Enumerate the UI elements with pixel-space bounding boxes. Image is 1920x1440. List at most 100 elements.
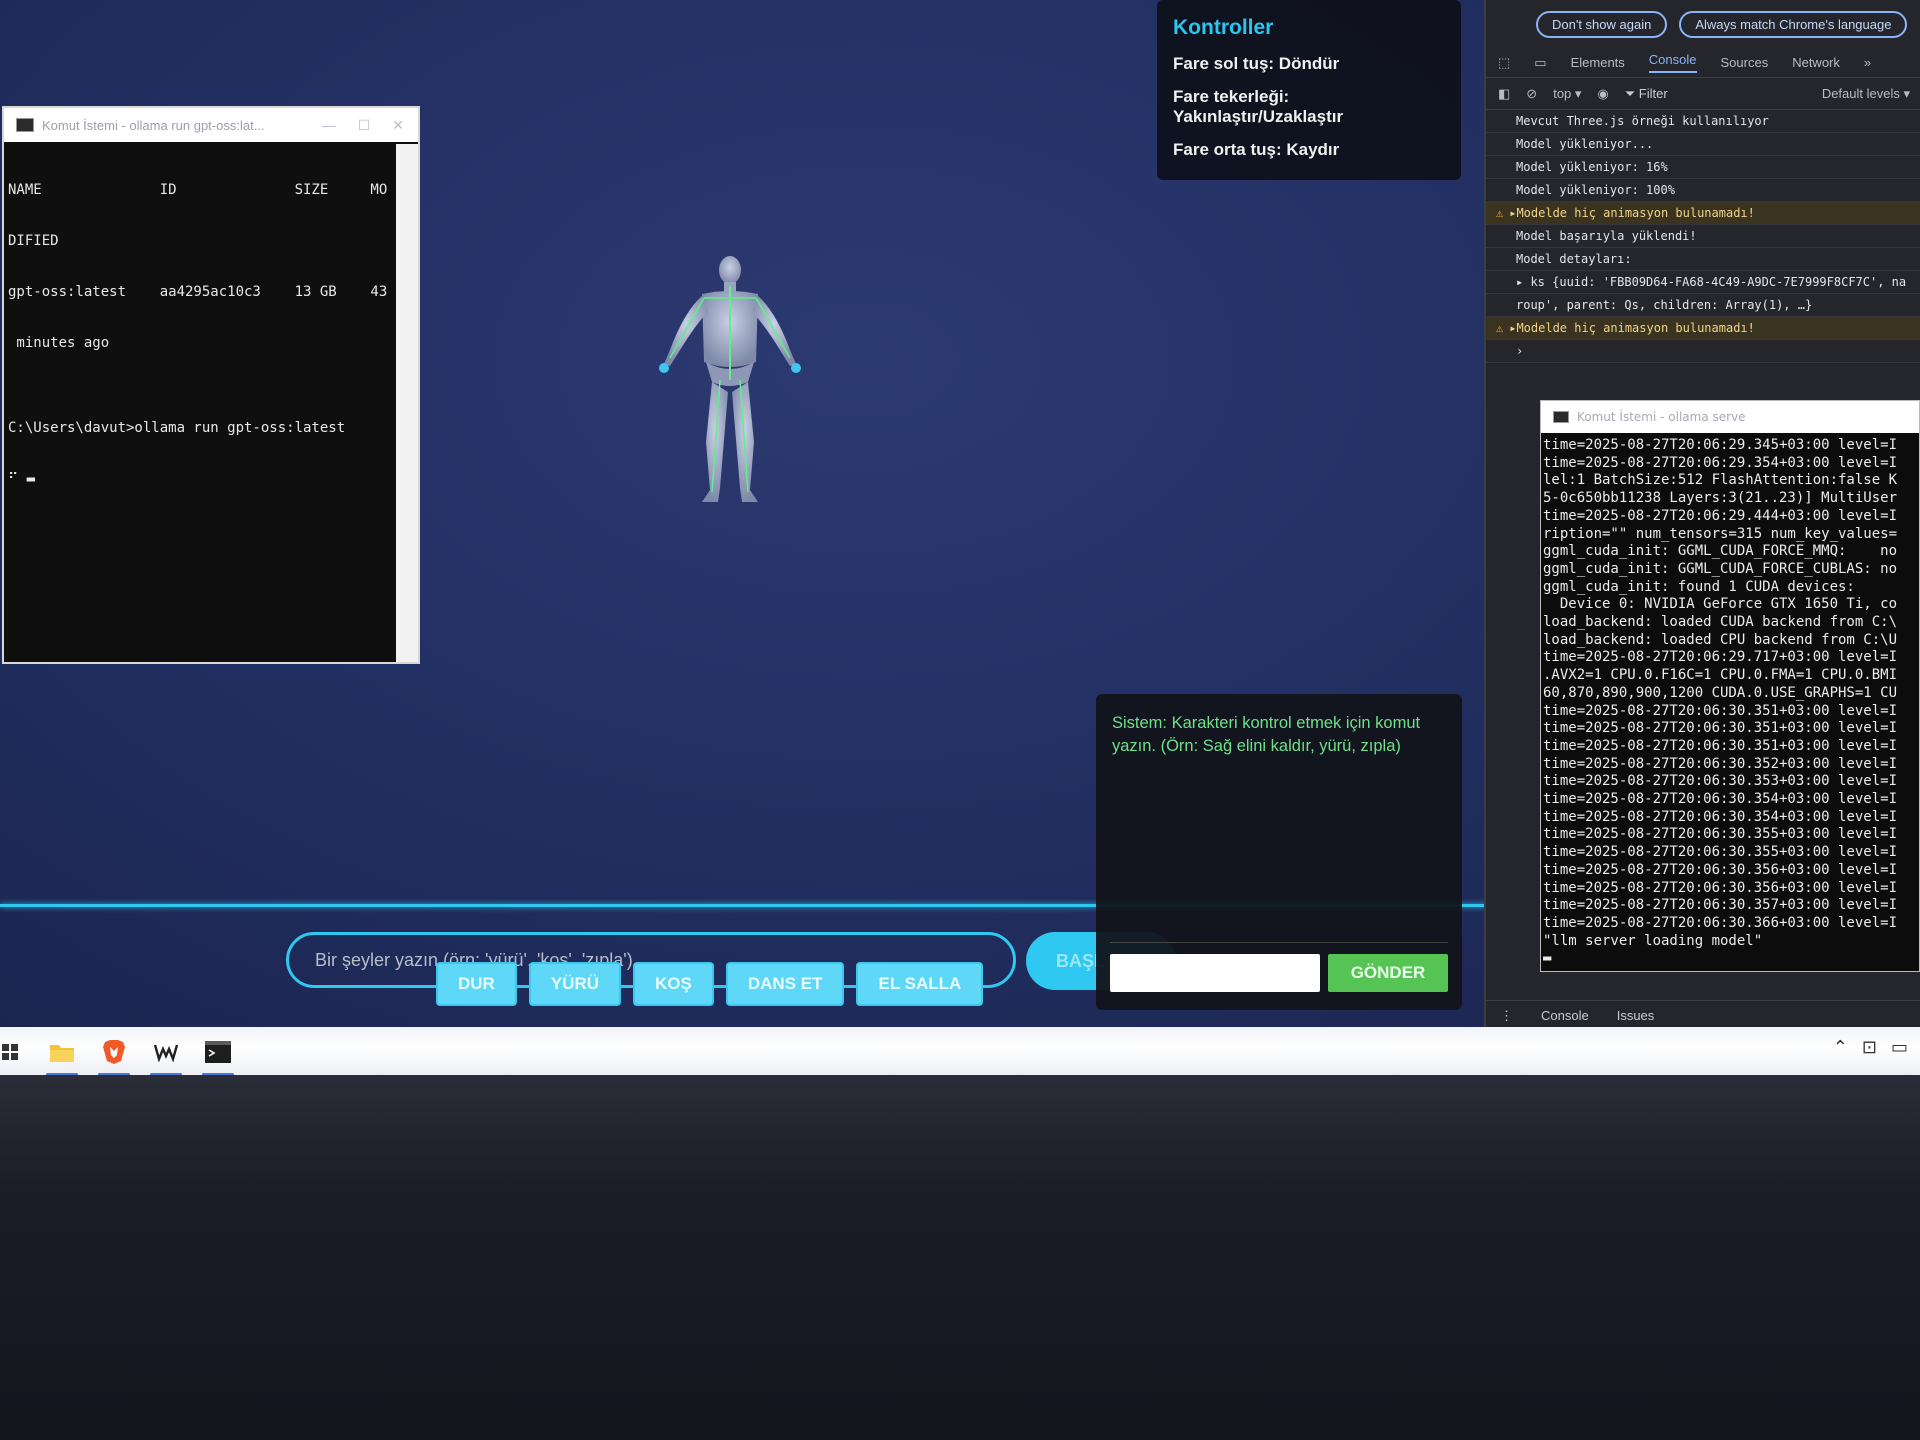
terminal-line: ggml_cuda_init: found 1 CUDA devices: (1543, 578, 1855, 595)
filter-icon: ⏷ (1624, 85, 1639, 101)
controls-title: Kontroller (1173, 16, 1274, 39)
log-levels-dropdown[interactable]: Default levels ▾ (1822, 86, 1920, 102)
terminal-scrollbar[interactable] (396, 144, 418, 662)
control-hint-pan: Fare orta tuş: Kaydır (1173, 140, 1340, 159)
terminal-line: time=2025-08-27T20:06:30.355+03:00 level… (1543, 826, 1898, 843)
console-warning-text: ▸Modelde hiç animasyon bulunamadı! (1509, 321, 1755, 335)
tab-sources[interactable]: Sources (1721, 55, 1769, 70)
network-icon[interactable]: ⊡ (1862, 1037, 1877, 1058)
terminal-titlebar[interactable]: Komut İstemi - ollama serve (1541, 401, 1919, 433)
terminal-line: .AVX2=1 CPU.0.F16C=1 CPU.0.FMA=1 CPU.0.B… (1543, 667, 1898, 684)
more-tabs-icon[interactable]: » (1864, 55, 1871, 70)
terminal-title: Komut İstemi - ollama run gpt-oss:lat... (42, 117, 265, 133)
console-line: Mevcut Three.js örneği kullanılıyor (1486, 110, 1920, 133)
chat-panel: Sistem: Karakteri kontrol etmek için kom… (1096, 694, 1462, 1010)
drawer-menu-icon[interactable]: ⋮ (1500, 1008, 1513, 1024)
file-explorer-icon[interactable] (42, 1032, 82, 1076)
monitor-bezel (0, 1075, 1920, 1440)
wave-button[interactable]: EL SALLA (856, 962, 984, 1006)
terminal-line: time=2025-08-27T20:06:30.351+03:00 level… (1543, 720, 1898, 737)
terminal-line: time=2025-08-27T20:06:29.345+03:00 level… (1543, 437, 1898, 453)
terminal-line: gpt-oss:latest aa4295ac10c3 13 GB 43 (8, 284, 388, 300)
wps-office-icon[interactable] (146, 1032, 186, 1076)
console-toolbar: ◧ ⊘ top ▾ ◉ ⏷ Filter Default levels ▾ (1486, 78, 1920, 110)
terminal-line: ggml_cuda_init: GGML_CUDA_FORCE_MMQ: no (1543, 543, 1898, 560)
run-button[interactable]: KOŞ (633, 962, 714, 1006)
drawer-tab-console[interactable]: Console (1541, 1008, 1589, 1023)
terminal-line: time=2025-08-27T20:06:30.366+03:00 level… (1543, 914, 1898, 931)
eye-icon[interactable]: ◉ (1597, 86, 1608, 102)
device-toolbar-icon[interactable]: ▭ (1534, 55, 1546, 71)
clear-console-icon[interactable]: ⊘ (1526, 86, 1537, 102)
control-hint-zoom: Fare tekerleği: Yakınlaştır/Uzaklaştır (1173, 87, 1344, 126)
console-line: Model başarıyla yüklendi! (1486, 225, 1920, 248)
tab-console[interactable]: Console (1648, 52, 1697, 73)
walk-button[interactable]: YÜRÜ (528, 962, 622, 1006)
sidebar-toggle-icon[interactable]: ◧ (1498, 86, 1510, 102)
console-line: Model yükleniyor: 100% (1486, 179, 1920, 202)
battery-icon[interactable]: ▭ (1891, 1037, 1908, 1058)
match-language-button[interactable]: Always match Chrome's language (1679, 10, 1908, 38)
terminal-line: time=2025-08-27T20:06:30.351+03:00 level… (1543, 737, 1898, 754)
terminal-line: time=2025-08-27T20:06:30.351+03:00 level… (1543, 702, 1898, 719)
window-controls: — ☐ ✕ (322, 117, 418, 134)
terminal-output[interactable]: time=2025-08-27T20:06:29.345+03:00 level… (1541, 433, 1919, 972)
console-line: Model yükleniyor... (1486, 133, 1920, 156)
console-output[interactable]: Mevcut Three.js örneği kullanılıyor Mode… (1486, 110, 1920, 363)
terminal-window-ollama-run[interactable]: Komut İstemi - ollama run gpt-oss:lat...… (2, 106, 420, 664)
context-selector[interactable]: top ▾ (1553, 86, 1581, 102)
console-object[interactable]: ▸ ks {uuid: 'FBB09D64-FA68-4C49-A9DC-7E7… (1486, 271, 1920, 294)
minimize-icon[interactable]: — (322, 117, 336, 134)
dance-button[interactable]: DANS ET (725, 962, 845, 1006)
terminal-line: C:\Users\davut>ollama run gpt-oss:latest (8, 420, 346, 436)
send-button[interactable]: GÖNDER (1328, 954, 1448, 992)
terminal-window-ollama-serve[interactable]: Komut İstemi - ollama serve time=2025-08… (1540, 400, 1920, 972)
console-warning[interactable]: ⚠ ▸Modelde hiç animasyon bulunamadı! (1486, 202, 1920, 225)
terminal-app-icon (1553, 411, 1569, 423)
warning-icon: ⚠ (1496, 321, 1504, 335)
console-object: roup', parent: Qs, children: Array(1), …… (1486, 294, 1920, 317)
terminal-line: time=2025-08-27T20:06:30.357+03:00 level… (1543, 897, 1898, 914)
terminal-icon[interactable] (198, 1032, 238, 1076)
terminal-line: ggml_cuda_init: GGML_CUDA_FORCE_CUBLAS: … (1543, 560, 1898, 577)
windows-start-icon[interactable] (0, 1032, 20, 1072)
tab-elements[interactable]: Elements (1571, 55, 1625, 70)
terminal-line: time=2025-08-27T20:06:29.354+03:00 level… (1543, 454, 1898, 471)
terminal-line: DIFIED (8, 233, 59, 249)
desktop-screen: Komut İstemi - ollama run gpt-oss:lat...… (0, 0, 1920, 1030)
warning-icon: ⚠ (1496, 206, 1504, 220)
filter-input[interactable]: ⏷ Filter (1625, 86, 1668, 102)
terminal-line: time=2025-08-27T20:06:29.717+03:00 level… (1543, 649, 1898, 666)
terminal-line: time=2025-08-27T20:06:30.353+03:00 level… (1543, 773, 1898, 790)
console-line: Model detayları: (1486, 248, 1920, 271)
terminal-output[interactable]: NAME ID SIZE MO DIFIED gpt-oss:latest aa… (4, 142, 418, 528)
terminal-title: Komut İstemi - ollama serve (1577, 410, 1746, 424)
inspect-icon[interactable]: ⬚ (1498, 55, 1510, 71)
drawer-tab-issues[interactable]: Issues (1617, 1008, 1655, 1023)
character-model[interactable] (640, 252, 820, 512)
tab-network[interactable]: Network (1792, 55, 1840, 70)
devtools-drawer-tabs: ⋮ Console Issues (1486, 1000, 1920, 1030)
maximize-icon[interactable]: ☐ (358, 117, 371, 134)
brave-browser-icon[interactable] (94, 1032, 134, 1076)
taskbar: ⌃ ⊡ ▭ (0, 1027, 1920, 1077)
console-prompt[interactable]: › (1486, 340, 1920, 363)
terminal-line: time=2025-08-27T20:06:30.354+03:00 level… (1543, 791, 1898, 808)
terminal-line: minutes ago (8, 335, 110, 351)
stop-button[interactable]: DUR (436, 962, 517, 1006)
console-warning[interactable]: ⚠ ▸Modelde hiç animasyon bulunamadı! (1486, 317, 1920, 340)
close-icon[interactable]: ✕ (392, 117, 404, 134)
action-buttons: DUR YÜRÜ KOŞ DANS ET EL SALLA (436, 962, 984, 1006)
terminal-titlebar[interactable]: Komut İstemi - ollama run gpt-oss:lat...… (4, 108, 418, 142)
terminal-line: "llm server loading model" (1543, 932, 1763, 949)
chevron-up-icon[interactable]: ⌃ (1833, 1037, 1848, 1058)
terminal-line: lel:1 BatchSize:512 FlashAttention:false… (1543, 472, 1898, 489)
chat-input[interactable] (1110, 954, 1320, 992)
dont-show-again-button[interactable]: Don't show again (1536, 10, 1668, 38)
terminal-line: ription="" num_tensors=315 num_key_value… (1543, 525, 1898, 542)
terminal-line: ▬ (1543, 950, 1552, 967)
system-message: Sistem: Karakteri kontrol etmek için kom… (1112, 714, 1421, 755)
terminal-line: time=2025-08-27T20:06:30.354+03:00 level… (1543, 808, 1898, 825)
devtools-tabs: ⬚ ▭ Elements Console Sources Network » (1486, 48, 1920, 78)
console-warning-text: ▸Modelde hiç animasyon bulunamadı! (1509, 206, 1755, 220)
